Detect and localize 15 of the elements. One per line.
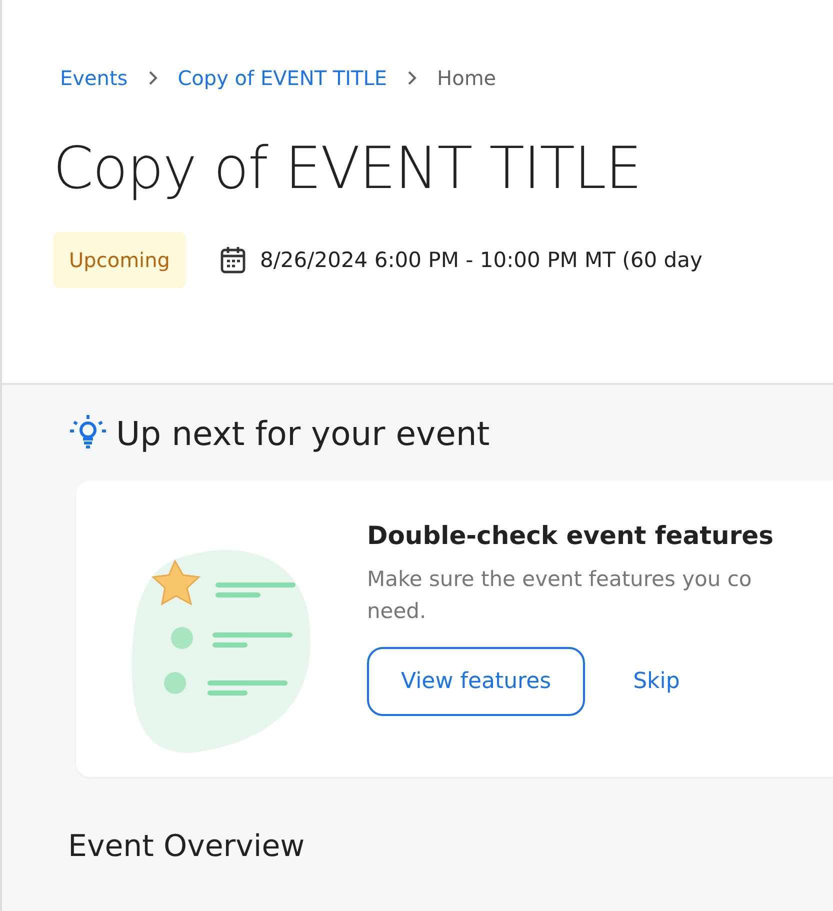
chevron-right-icon bbox=[148, 70, 158, 86]
view-features-button[interactable]: View features bbox=[367, 647, 586, 716]
status-badge: Upcoming bbox=[53, 232, 186, 288]
card-description: Make sure the event features you co need. bbox=[367, 566, 753, 624]
date-range: 8/26/2024 6:00 PM - 10:00 PM MT (60 day bbox=[260, 248, 702, 272]
page-title: Copy of EVENT TITLE bbox=[53, 134, 642, 204]
breadcrumb-link[interactable]: Events bbox=[60, 66, 128, 90]
section-heading: Up next for your event bbox=[116, 414, 490, 452]
section-heading: Event Overview bbox=[68, 829, 306, 864]
calendar-icon bbox=[220, 246, 246, 274]
breadcrumb-link[interactable]: Copy of EVENT TITLE bbox=[178, 66, 388, 90]
chevron-right-icon bbox=[407, 70, 418, 86]
skip-link[interactable]: Skip bbox=[633, 669, 680, 694]
breadcrumb-current: Home bbox=[437, 66, 496, 90]
card-title: Double-check event features bbox=[367, 521, 774, 550]
